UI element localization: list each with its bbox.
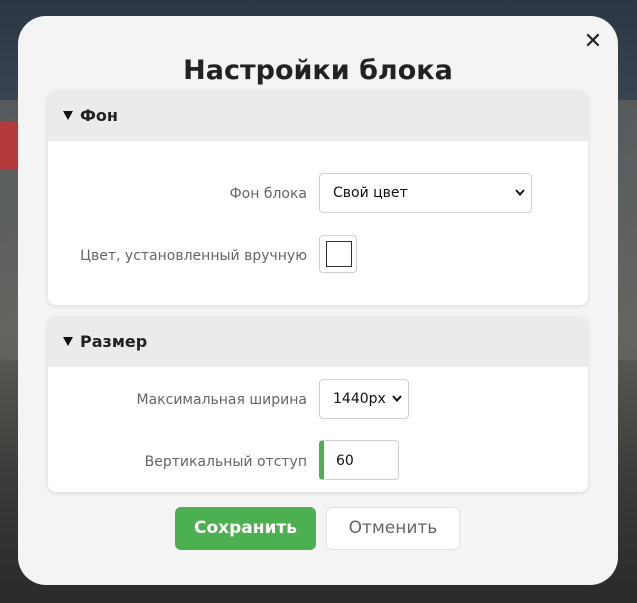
vertical-padding-label: Вертикальный отступ xyxy=(144,454,307,470)
background-section: Фон Фон блока Свой цвет Цвет, установлен… xyxy=(48,91,588,305)
triangle-down-icon xyxy=(63,337,73,346)
size-section-title: Размер xyxy=(80,332,148,351)
cancel-button[interactable]: Отменить xyxy=(326,507,460,550)
block-bg-label: Фон блока xyxy=(229,186,307,202)
block-bg-select-value: Свой цвет xyxy=(333,185,408,201)
save-button[interactable]: Сохранить xyxy=(175,507,316,550)
max-width-select-value: 1440px xyxy=(333,391,386,407)
vertical-padding-value: 60 xyxy=(336,453,354,469)
max-width-select[interactable]: 1440px xyxy=(319,379,409,419)
size-section-header[interactable]: Размер xyxy=(48,317,588,367)
background-section-header[interactable]: Фон xyxy=(48,91,588,141)
dialog-title: Настройки блока xyxy=(183,55,453,86)
close-icon[interactable]: ✕ xyxy=(581,30,605,54)
custom-color-picker[interactable] xyxy=(319,235,357,273)
custom-color-label: Цвет, установленный вручную xyxy=(80,248,307,264)
chevron-down-icon xyxy=(392,395,402,403)
vertical-padding-input[interactable]: 60 xyxy=(319,440,399,480)
color-swatch xyxy=(326,241,352,267)
chevron-down-icon xyxy=(515,189,525,197)
block-settings-dialog: Настройки блока ✕ Фон Фон блока Свой цве… xyxy=(18,16,618,585)
background-section-title: Фон xyxy=(80,106,118,125)
background-image-detail xyxy=(0,122,20,170)
block-bg-select[interactable]: Свой цвет xyxy=(319,173,532,213)
triangle-down-icon xyxy=(63,111,73,120)
max-width-label: Максимальная ширина xyxy=(136,392,307,408)
size-section: Размер Максимальная ширина 1440px Вертик… xyxy=(48,317,588,492)
